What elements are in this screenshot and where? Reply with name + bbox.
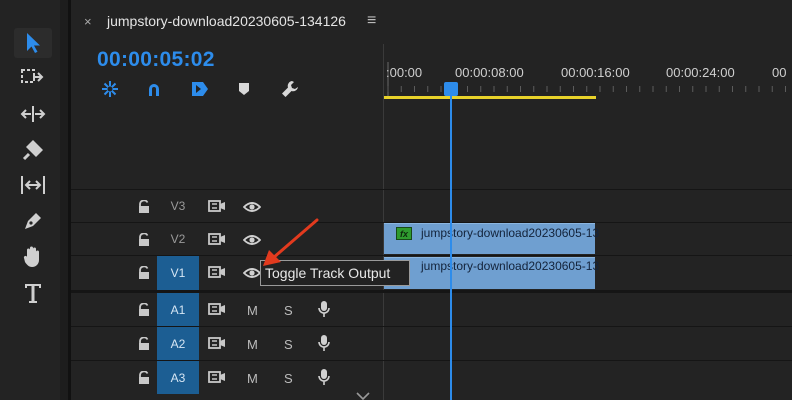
sync-lock-icon[interactable] xyxy=(208,265,226,279)
snap-nest-icon[interactable] xyxy=(100,79,120,99)
ruler-tick-label: 00:00:16:00 xyxy=(561,65,630,80)
solo-button[interactable]: S xyxy=(284,337,293,352)
ruler-tick-label: 00 xyxy=(772,65,787,80)
slip-icon[interactable] xyxy=(14,170,52,200)
sync-lock-icon[interactable] xyxy=(208,302,226,316)
pen-icon[interactable] xyxy=(14,206,52,236)
panel-menu-icon[interactable]: ≡ xyxy=(367,12,376,30)
sync-lock-icon[interactable] xyxy=(208,199,226,213)
ripple-edit-icon[interactable] xyxy=(14,99,52,129)
lock-icon[interactable] xyxy=(137,233,151,247)
track-name-v1[interactable]: V1 xyxy=(157,256,199,290)
lock-icon[interactable] xyxy=(137,337,151,351)
marker-icon[interactable] xyxy=(236,79,252,99)
ruler-tick-label: 00:00:08:00 xyxy=(455,65,524,80)
lock-icon[interactable] xyxy=(137,371,151,385)
playhead-handle[interactable] xyxy=(444,82,458,96)
microphone-icon[interactable] xyxy=(318,334,330,352)
selection-tool-icon[interactable] xyxy=(14,28,52,58)
tools-panel xyxy=(0,0,60,400)
razor-icon[interactable] xyxy=(14,136,52,166)
clip-label: jumpstory-download20230605-13 xyxy=(421,259,600,273)
eye-icon[interactable] xyxy=(243,201,261,213)
ruler-tick-label: 00:00:24:00 xyxy=(666,65,735,80)
solo-button[interactable]: S xyxy=(284,303,293,318)
work-area-bar[interactable] xyxy=(384,96,596,99)
linked-selection-icon[interactable] xyxy=(144,79,164,99)
track-name-a2[interactable]: A2 xyxy=(157,327,199,360)
chevron-down-icon[interactable] xyxy=(356,392,370,400)
type-icon[interactable] xyxy=(14,278,52,308)
hand-icon[interactable] xyxy=(14,242,52,272)
lock-icon[interactable] xyxy=(137,266,151,280)
track-name-a3[interactable]: A3 xyxy=(157,361,199,394)
playhead-line[interactable] xyxy=(450,96,452,400)
solo-button[interactable]: S xyxy=(284,371,293,386)
annotation-arrow-icon xyxy=(263,218,319,266)
track-select-forward-icon[interactable] xyxy=(14,62,52,92)
wrench-icon[interactable] xyxy=(280,79,300,99)
add-marker-sequence-icon[interactable] xyxy=(189,79,211,99)
track-name-v2[interactable]: V2 xyxy=(157,223,199,255)
mute-button[interactable]: M xyxy=(247,371,258,386)
clip-label: jumpstory-download20230605-13 xyxy=(421,226,600,240)
lock-icon[interactable] xyxy=(137,200,151,214)
playhead-timecode[interactable]: 00:00:05:02 xyxy=(97,48,215,72)
track-name-v3[interactable]: V3 xyxy=(157,190,199,222)
sync-lock-icon[interactable] xyxy=(208,232,226,246)
fx-badge: fx xyxy=(396,227,412,240)
lock-icon[interactable] xyxy=(137,303,151,317)
ruler-tick-label: :00:00 xyxy=(386,65,423,80)
microphone-icon[interactable] xyxy=(318,368,330,386)
close-tab-icon[interactable]: × xyxy=(84,14,92,29)
sync-lock-icon[interactable] xyxy=(208,336,226,350)
sequence-tab-title[interactable]: jumpstory-download20230605-134126 xyxy=(107,13,346,29)
microphone-icon[interactable] xyxy=(318,300,330,318)
track-name-a1[interactable]: A1 xyxy=(157,293,199,326)
mute-button[interactable]: M xyxy=(247,303,258,318)
mute-button[interactable]: M xyxy=(247,337,258,352)
sync-lock-icon[interactable] xyxy=(208,370,226,384)
